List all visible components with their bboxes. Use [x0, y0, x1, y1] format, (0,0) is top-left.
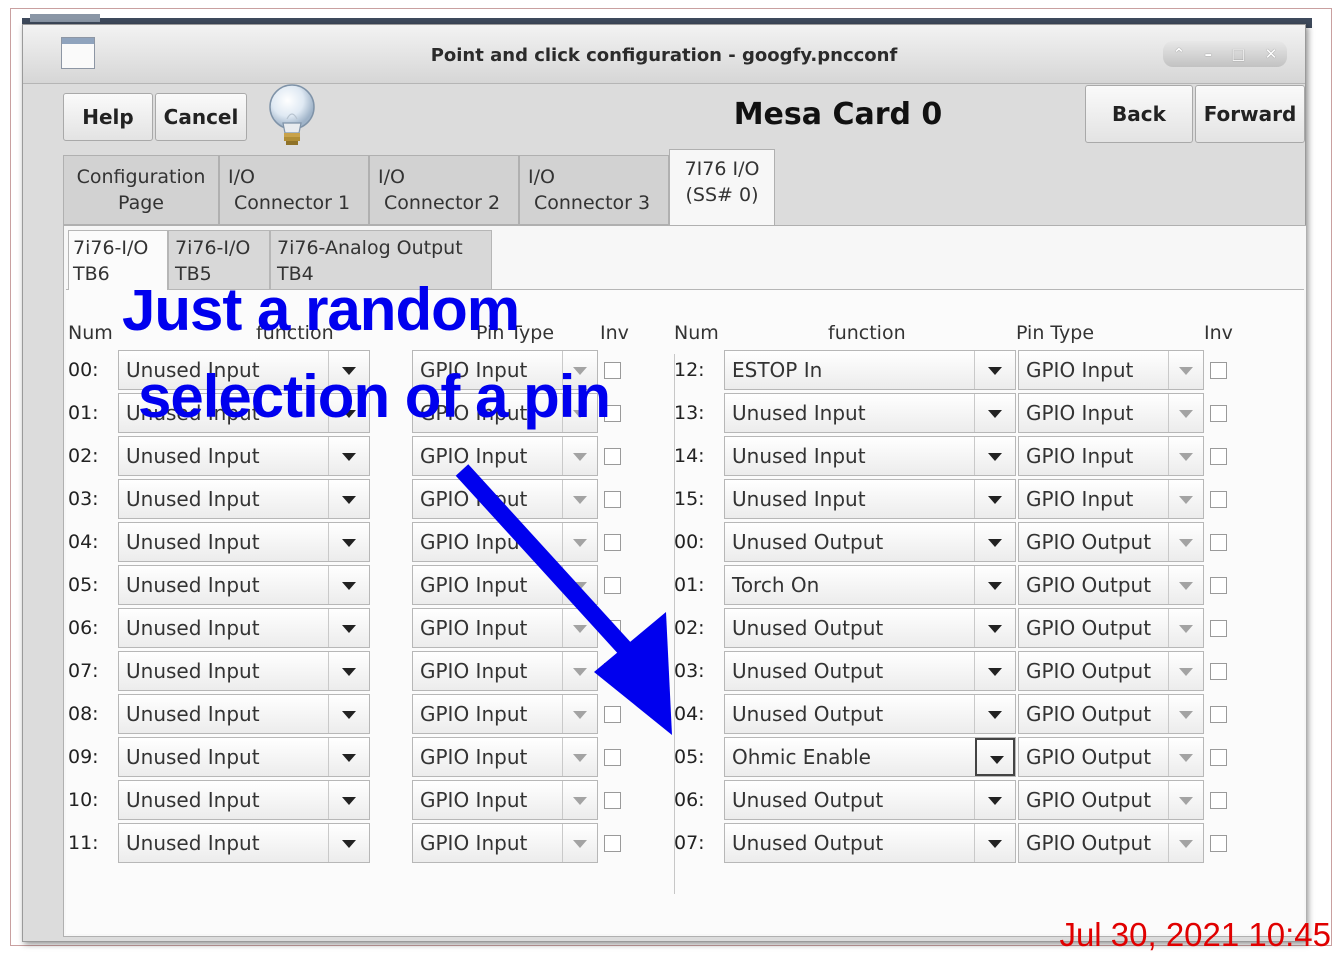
subtab-7i76-io-tb6[interactable]: 7i76-I/O TB6: [68, 230, 168, 290]
timestamp-overlay: Jul 30, 2021 10:45: [1059, 916, 1331, 953]
annotation-line2: selection of a pin: [138, 363, 611, 430]
annotation-line1: Just a random: [122, 276, 520, 343]
annotation-arrow: [455, 464, 672, 735]
tab-7i76-io[interactable]: 7I76 I/O (SS# 0): [669, 149, 775, 225]
subtab-label-line1: 7i76-I/O: [73, 237, 149, 259]
tab-label-line2: (SS# 0): [685, 184, 759, 206]
subtab-label-line2: TB6: [73, 263, 110, 285]
tab-label-line1: 7I76 I/O: [684, 158, 760, 180]
